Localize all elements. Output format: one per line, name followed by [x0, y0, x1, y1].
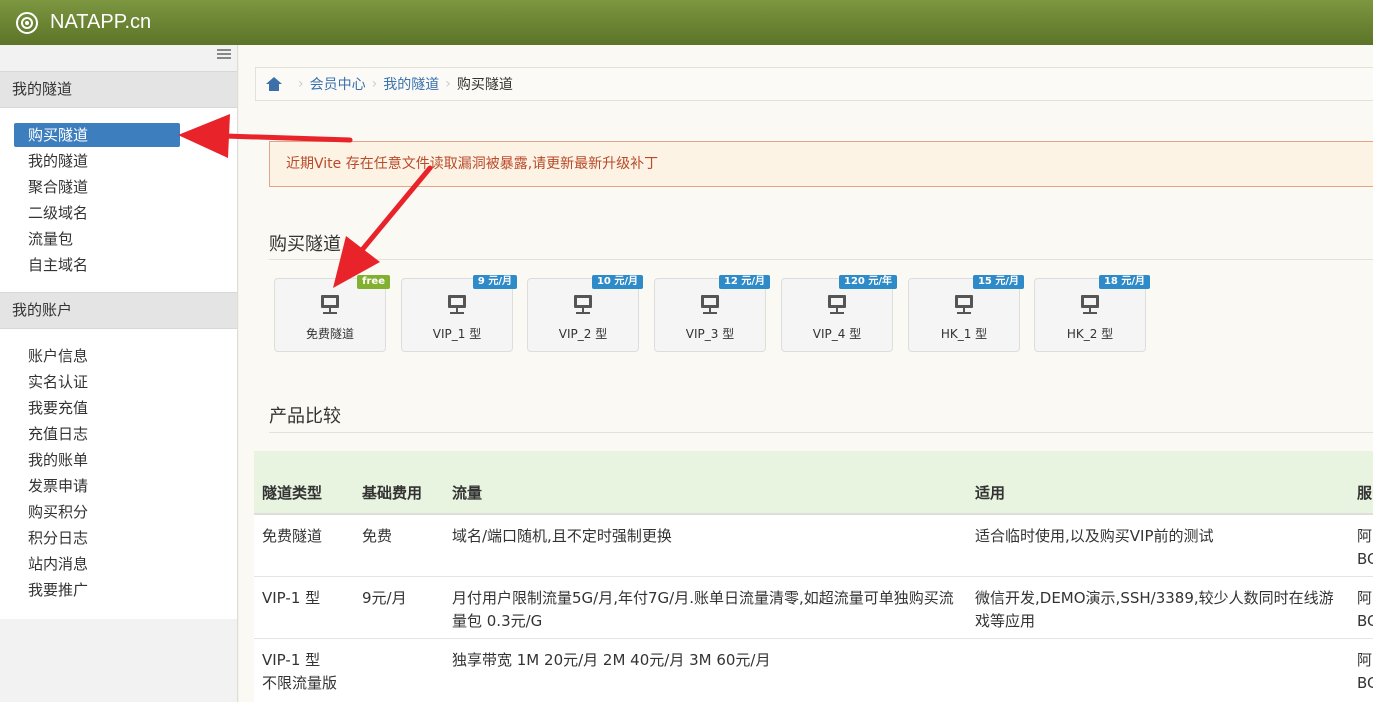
card-hk2[interactable]: 18 元/月 HK_2 型 — [1034, 275, 1150, 352]
breadcrumb-separator: › — [445, 76, 451, 92]
sidebar-item-buy-points[interactable]: 购买积分 — [14, 500, 180, 524]
top-bar: NATAPP.cn — [0, 0, 1373, 45]
card-hk1[interactable]: 15 元/月 HK_1 型 — [908, 275, 1024, 352]
table-row: VIP-1 型 9元/月 月付用户限制流量5G/月,年付7G/月.账单日流量清零… — [254, 576, 1373, 639]
card-label: VIP_1 型 — [432, 327, 482, 341]
buy-section-title: 购买隧道 — [269, 234, 341, 255]
table-cell — [967, 638, 1349, 702]
table-cell: VIP-1 型 — [254, 576, 354, 639]
table-cell: 域名/端口随机,且不定时强制更换 — [444, 514, 967, 577]
sidebar: 我的隧道 购买隧道 我的隧道 聚合隧道 二级域名 流量包 自主域名 我的账户 账… — [0, 45, 238, 702]
sidebar-item-recharge-log[interactable]: 充值日志 — [14, 422, 180, 446]
price-badge: 12 元/月 — [718, 275, 770, 289]
brand-name[interactable]: NATAPP.cn — [50, 11, 151, 34]
breadcrumb-current: 购买隧道 — [456, 77, 513, 93]
main-content: › 会员中心 › 我的隧道 › 购买隧道 近期Vite 存在任意文件读取漏洞被暴… — [239, 45, 1373, 702]
sidebar-item-custom-domain[interactable]: 自主域名 — [14, 253, 180, 277]
monitor-icon — [1081, 295, 1099, 315]
table-header-row: 隧道类型 基础费用 流量 适用 服 — [254, 451, 1373, 515]
table-header: 流量 — [444, 451, 967, 515]
price-badge: 120 元/年 — [838, 275, 897, 289]
card-label: VIP_4 型 — [812, 327, 862, 341]
monitor-icon — [321, 295, 339, 315]
table-cell: 月付用户限制流量5G/月,年付7G/月.账单日流量清零,如超流量可单独购买流量包… — [444, 576, 967, 639]
home-icon[interactable] — [266, 77, 282, 91]
price-badge: 9 元/月 — [472, 275, 517, 289]
compare-table: 隧道类型 基础费用 流量 适用 服 免费隧道 免费 域名/端口随机,且不定时强制… — [254, 451, 1373, 702]
card-free-tunnel[interactable]: free 免费隧道 — [274, 275, 390, 352]
table-cell: VIP-1 型 不限流量版 — [254, 638, 354, 702]
card-vip3[interactable]: 12 元/月 VIP_3 型 — [654, 275, 770, 352]
table-cell: 独享带宽 1M 20元/月 2M 40元/月 3M 60元/月 — [444, 638, 967, 702]
sidebar-item-buy-tunnel[interactable]: 购买隧道 — [14, 123, 180, 147]
price-badge: free — [357, 275, 390, 289]
sidebar-item-account-info[interactable]: 账户信息 — [14, 344, 180, 368]
card-label: VIP_3 型 — [685, 327, 735, 341]
sidebar-item-invoice[interactable]: 发票申请 — [14, 474, 180, 498]
sidebar-item-real-name[interactable]: 实名认证 — [14, 370, 180, 394]
table-header: 服 — [1349, 451, 1373, 515]
table-cell: 适合临时使用,以及购买VIP前的测试 — [967, 514, 1349, 577]
table-cell: 9元/月 — [354, 576, 444, 639]
card-vip4[interactable]: 120 元/年 VIP_4 型 — [781, 275, 897, 352]
card-vip1[interactable]: 9 元/月 VIP_1 型 — [401, 275, 517, 352]
breadcrumb-my-tunnels[interactable]: 我的隧道 — [383, 74, 439, 94]
sidebar-collapse-icon[interactable] — [217, 49, 231, 59]
card-label: HK_2 型 — [1066, 327, 1114, 341]
divider — [269, 432, 1373, 433]
sidebar-item-recharge[interactable]: 我要充值 — [14, 396, 180, 420]
table-header: 适用 — [967, 451, 1349, 515]
sidebar-group-account[interactable]: 我的账户 — [0, 292, 237, 329]
table-cell: 阿 BG — [1349, 514, 1373, 577]
breadcrumb-member-center[interactable]: 会员中心 — [310, 74, 366, 94]
table-header: 隧道类型 — [254, 451, 354, 515]
table-header: 基础费用 — [354, 451, 444, 515]
breadcrumb-separator: › — [298, 76, 304, 92]
sidebar-item-traffic-pack[interactable]: 流量包 — [14, 227, 180, 251]
card-label: VIP_2 型 — [558, 327, 608, 341]
monitor-icon — [955, 295, 973, 315]
sidebar-item-subdomain[interactable]: 二级域名 — [14, 201, 180, 225]
sidebar-item-messages[interactable]: 站内消息 — [14, 552, 180, 576]
sidebar-group-account-items: 账户信息 实名认证 我要充值 充值日志 我的账单 发票申请 购买积分 积分日志 … — [0, 329, 237, 619]
table-cell — [354, 638, 444, 702]
price-badge: 10 元/月 — [591, 275, 643, 289]
monitor-icon — [701, 295, 719, 315]
sidebar-item-my-bills[interactable]: 我的账单 — [14, 448, 180, 472]
alert-banner: 近期Vite 存在任意文件读取漏洞被暴露,请更新最新升级补丁 — [269, 141, 1373, 187]
sidebar-group-tunnels-items: 购买隧道 我的隧道 聚合隧道 二级域名 流量包 自主域名 — [0, 108, 237, 293]
breadcrumb-separator: › — [371, 76, 378, 92]
sidebar-item-my-tunnels[interactable]: 我的隧道 — [14, 149, 180, 173]
table-cell: 免费隧道 — [254, 514, 354, 577]
card-vip2[interactable]: 10 元/月 VIP_2 型 — [527, 275, 643, 352]
compare-section-title: 产品比较 — [269, 406, 341, 427]
monitor-icon — [574, 295, 592, 315]
table-cell: 免费 — [354, 514, 444, 577]
price-badge: 15 元/月 — [972, 275, 1024, 289]
divider — [269, 259, 1373, 260]
table-cell: 阿 BG — [1349, 638, 1373, 702]
compare-table-wrapper: 隧道类型 基础费用 流量 适用 服 免费隧道 免费 域名/端口随机,且不定时强制… — [254, 451, 1373, 702]
card-label: HK_1 型 — [940, 327, 988, 341]
table-row: 免费隧道 免费 域名/端口随机,且不定时强制更换 适合临时使用,以及购买VIP前… — [254, 514, 1373, 577]
monitor-icon — [828, 295, 846, 315]
table-cell: 微信开发,DEMO演示,SSH/3389,较少人数同时在线游戏等应用 — [967, 576, 1349, 639]
sidebar-item-points-log[interactable]: 积分日志 — [14, 526, 180, 550]
breadcrumb: › 会员中心 › 我的隧道 › 购买隧道 — [255, 67, 1373, 101]
sidebar-item-promote[interactable]: 我要推广 — [14, 578, 180, 602]
table-row: VIP-1 型 不限流量版 独享带宽 1M 20元/月 2M 40元/月 3M … — [254, 638, 1373, 702]
sidebar-group-tunnels[interactable]: 我的隧道 — [0, 71, 237, 108]
logo-icon[interactable] — [16, 11, 38, 34]
price-badge: 18 元/月 — [1098, 275, 1150, 289]
sidebar-item-aggregate-tunnels[interactable]: 聚合隧道 — [14, 175, 180, 199]
card-label: 免费隧道 — [305, 327, 354, 341]
monitor-icon — [448, 295, 466, 315]
table-cell: 阿 BG — [1349, 576, 1373, 639]
